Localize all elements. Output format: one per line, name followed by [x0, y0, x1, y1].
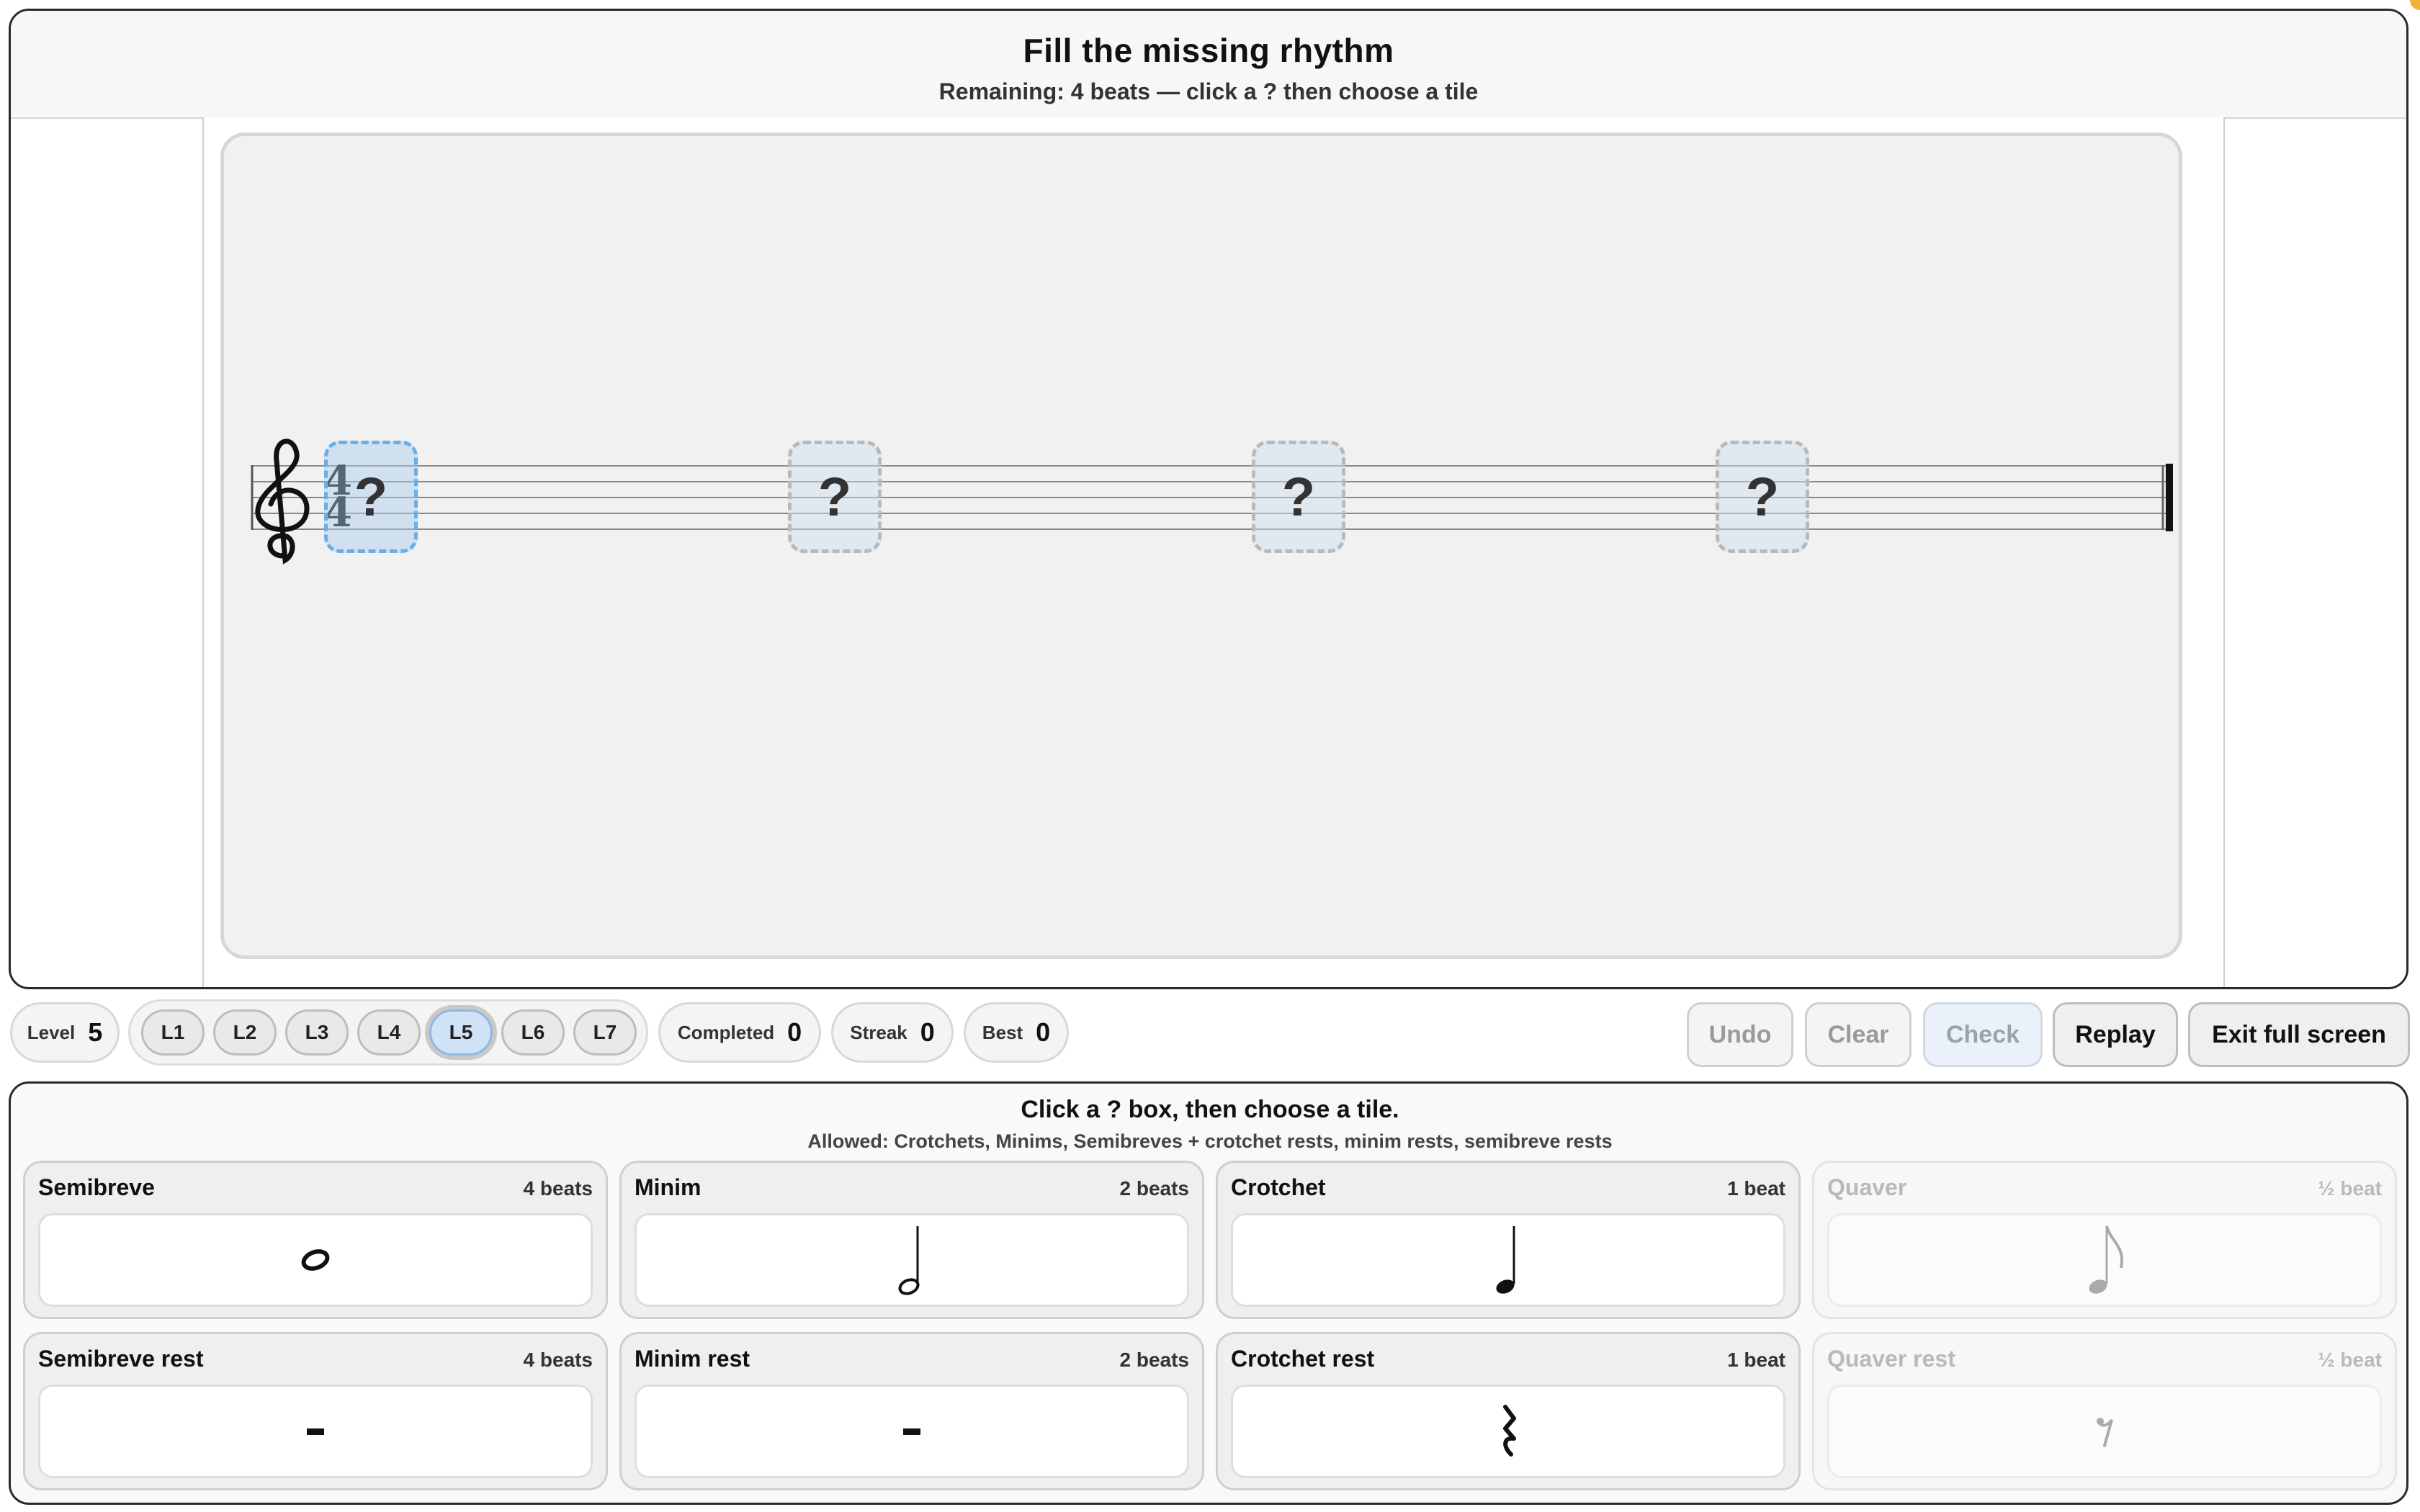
- level-button-5[interactable]: L5: [429, 1009, 493, 1056]
- tile-beats: 2 beats: [1119, 1349, 1190, 1371]
- tile-face: [38, 1213, 593, 1307]
- crotchet-note-icon: [1496, 1226, 1515, 1294]
- level-label: Level: [27, 1021, 76, 1043]
- quaver-rest-icon: [2097, 1418, 2113, 1447]
- tile-beats: 1 beat: [1727, 1349, 1785, 1371]
- tile-face: [635, 1213, 1189, 1307]
- allowed-tiles-info: Allowed: Crotchets, Minims, Semibreves +…: [807, 1130, 1613, 1152]
- tile-quaver: Quaver ½ beat: [1812, 1161, 2397, 1319]
- level-button-1[interactable]: L1: [141, 1009, 205, 1056]
- tile-quaver-rest: Quaver rest ½ beat: [1812, 1332, 2397, 1490]
- tile-face: [635, 1385, 1189, 1478]
- exit-full-screen-button[interactable]: Exit full screen: [2188, 1002, 2410, 1067]
- check-button[interactable]: Check: [1923, 1002, 2043, 1067]
- tile-face: [1231, 1213, 1785, 1307]
- tile-name: Minim: [635, 1174, 702, 1200]
- tile-face: [1827, 1385, 2382, 1478]
- tile-semibreve-rest[interactable]: Semibreve rest 4 beats: [23, 1332, 608, 1490]
- semibreve-note-icon: [301, 1249, 330, 1271]
- clear-button[interactable]: Clear: [1805, 1002, 1912, 1067]
- semibreve-rest-icon: [307, 1428, 324, 1435]
- minim-rest-icon: [903, 1428, 920, 1435]
- streak-label: Streak: [850, 1021, 908, 1043]
- best-value: 0: [1036, 1017, 1051, 1047]
- tile-semibreve[interactable]: Semibreve 4 beats: [23, 1161, 608, 1319]
- level-button-7[interactable]: L7: [573, 1009, 637, 1056]
- tile-name: Semibreve rest: [38, 1346, 204, 1372]
- tile-beats: ½ beat: [2318, 1177, 2382, 1200]
- quaver-note-icon: [2089, 1225, 2124, 1294]
- tile-crotchet[interactable]: Crotchet 1 beat: [1216, 1161, 1801, 1319]
- tile-crotchet-rest[interactable]: Crotchet rest 1 beat: [1216, 1332, 1801, 1490]
- level-button-3[interactable]: L3: [285, 1009, 349, 1056]
- completed-label: Completed: [677, 1021, 775, 1043]
- crotchet-rest-icon: [1503, 1405, 1516, 1457]
- undo-button[interactable]: Undo: [1687, 1002, 1793, 1067]
- tile-beats: 4 beats: [523, 1177, 593, 1200]
- best-counter: Best 0: [964, 1002, 1069, 1063]
- best-label: Best: [982, 1021, 1023, 1043]
- replay-button[interactable]: Replay: [2053, 1002, 2178, 1067]
- tile-face: [38, 1385, 593, 1478]
- tile-beats: 1 beat: [1727, 1177, 1785, 1200]
- level-button-6[interactable]: L6: [501, 1009, 565, 1056]
- tile-beats: 4 beats: [523, 1349, 593, 1371]
- tile-name: Crotchet rest: [1231, 1346, 1375, 1372]
- level-indicator: Level 5: [10, 1002, 120, 1063]
- rhythm-slot-3[interactable]: ?: [1252, 441, 1345, 553]
- streak-counter: Streak 0: [831, 1002, 954, 1063]
- level-button-4[interactable]: L4: [357, 1009, 421, 1056]
- treble-clef-icon: [255, 438, 310, 564]
- rhythm-slot-1[interactable]: ?: [324, 441, 418, 553]
- tile-name: Semibreve: [38, 1174, 155, 1200]
- rhythm-slot-4[interactable]: ?: [1716, 441, 1809, 553]
- tile-minim[interactable]: Minim 2 beats: [619, 1161, 1204, 1319]
- tile-name: Minim rest: [635, 1346, 750, 1372]
- completed-value: 0: [787, 1017, 802, 1047]
- tile-face: [1827, 1213, 2382, 1307]
- tile-name: Quaver: [1827, 1174, 1907, 1200]
- tile-face: [1231, 1385, 1785, 1478]
- rhythm-slot-2[interactable]: ?: [788, 441, 882, 553]
- tile-name: Quaver rest: [1827, 1346, 1955, 1372]
- tile-beats: 2 beats: [1119, 1177, 1190, 1200]
- level-button-2[interactable]: L2: [213, 1009, 277, 1056]
- completed-counter: Completed 0: [658, 1002, 821, 1063]
- streak-value: 0: [920, 1017, 935, 1047]
- palette-instructions: Click a ? box, then choose a tile.: [1021, 1096, 1399, 1123]
- tile-beats: ½ beat: [2318, 1349, 2382, 1371]
- level-value: 5: [88, 1017, 103, 1047]
- minim-note-icon: [898, 1226, 920, 1295]
- tile-minim-rest[interactable]: Minim rest 2 beats: [619, 1332, 1204, 1490]
- tile-name: Crotchet: [1231, 1174, 1326, 1200]
